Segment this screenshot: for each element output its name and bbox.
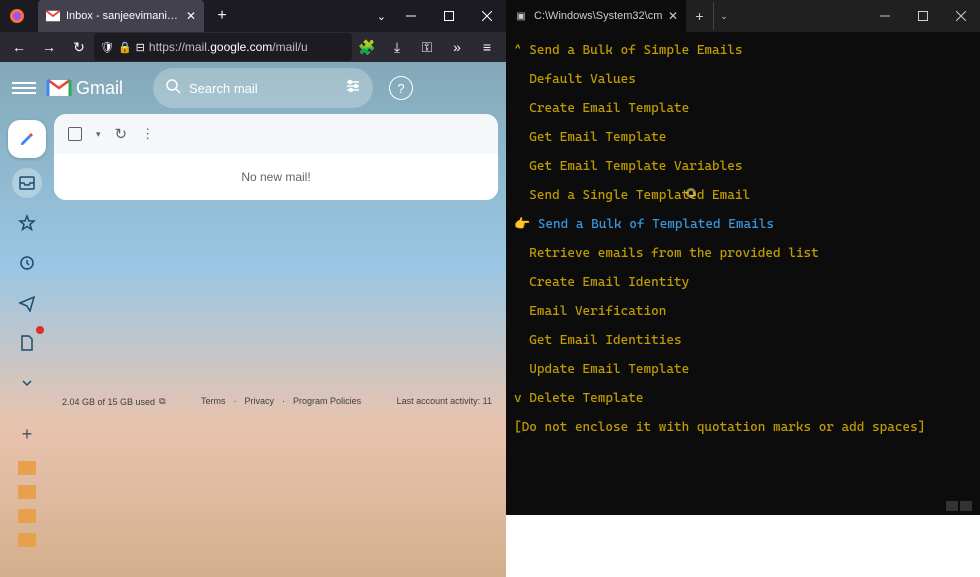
firefox-window: Inbox - sanjeevimani567@gm ✕ + ⌄ ← → ↻ 🛡… — [0, 0, 506, 515]
maximize-button[interactable] — [904, 0, 942, 32]
extensions-button[interactable]: 🧩 — [352, 32, 382, 62]
privacy-link[interactable]: Privacy — [245, 396, 275, 407]
firefox-titlebar: Inbox - sanjeevimani567@gm ✕ + ⌄ — [0, 0, 506, 32]
overflow-button[interactable]: » — [442, 32, 472, 62]
gmail-body: + ▾ ↻ ⋮ No new mail! — [0, 114, 506, 577]
help-button[interactable]: ? — [389, 76, 413, 100]
nav-sent[interactable] — [12, 288, 42, 318]
menu-item[interactable]: Email Verification — [514, 297, 972, 326]
gmail-footer: 2.04 GB of 15 GB used ⧉ Terms· Privacy· … — [56, 396, 498, 407]
compose-button[interactable] — [8, 120, 46, 158]
search-bar[interactable]: Search mail — [153, 68, 373, 108]
lock-icon: 🔒 — [118, 41, 132, 54]
storage-text: 2.04 GB of 15 GB used — [62, 397, 155, 407]
pocket-button[interactable]: ⚿ — [412, 32, 442, 62]
minimize-button[interactable] — [866, 0, 904, 32]
gmail-app: Gmail Search mail ? + — [0, 62, 506, 577]
maximize-button[interactable] — [430, 0, 468, 32]
nav-snoozed[interactable] — [12, 248, 42, 278]
menu-item[interactable]: 👉 Send a Bulk of Templated Emails — [514, 210, 972, 239]
terms-link[interactable]: Terms — [201, 396, 226, 407]
url-bar[interactable]: 🛡 🔒 ⊟ https://mail.google.com/mail/u — [94, 33, 352, 61]
close-tab-icon[interactable]: ✕ — [186, 9, 196, 23]
gmail-sidebar: + — [0, 114, 54, 577]
close-window-button[interactable] — [468, 0, 506, 32]
refresh-button[interactable]: ↻ — [115, 125, 128, 143]
label-list — [18, 461, 36, 577]
folder-icon[interactable] — [18, 485, 36, 499]
open-in-new-icon[interactable]: ⧉ — [159, 396, 165, 407]
new-terminal-tab-button[interactable]: + — [686, 2, 714, 30]
profile-dropdown-icon[interactable]: ⌄ — [714, 11, 734, 22]
folder-icon[interactable] — [18, 461, 36, 475]
tab-overflow-icon[interactable]: ⌄ — [371, 10, 392, 23]
minimize-button[interactable] — [392, 0, 430, 32]
terminal-body[interactable]: ^ Send a Bulk of Simple Emails Default V… — [506, 32, 980, 515]
menu-item[interactable]: Default Values — [514, 65, 972, 94]
search-icon — [165, 78, 181, 99]
activity-text: Last account activity: 11 — [397, 396, 492, 407]
nav-inbox[interactable] — [12, 168, 42, 198]
terminal-tab[interactable]: ▣ C:\Windows\System32\cmd.e ✕ — [506, 0, 686, 32]
gmail-main: ▾ ↻ ⋮ No new mail! — [54, 114, 506, 577]
downloads-button[interactable]: ⤓ — [382, 32, 412, 62]
gmail-header: Gmail Search mail ? — [0, 62, 506, 114]
terminal-tab-title: C:\Windows\System32\cmd.e — [534, 10, 662, 22]
menu-item[interactable]: Retrieve emails from the provided list — [514, 239, 972, 268]
menu-item[interactable]: Update Email Template — [514, 355, 972, 384]
app-menu-button[interactable]: ≡ — [472, 32, 502, 62]
cmd-icon: ▣ — [514, 9, 528, 23]
tab-title: Inbox - sanjeevimani567@gm — [66, 10, 180, 22]
reload-button[interactable]: ↻ — [64, 32, 94, 62]
mouse-cursor-icon — [684, 182, 698, 196]
policies-link[interactable]: Program Policies — [293, 396, 361, 407]
forward-button[interactable]: → — [34, 32, 64, 62]
firefox-icon — [0, 8, 34, 24]
main-menu-button[interactable] — [12, 76, 36, 100]
firefox-toolbar: ← → ↻ 🛡 🔒 ⊟ https://mail.google.com/mail… — [0, 32, 506, 62]
list-toolbar: ▾ ↻ ⋮ — [54, 114, 498, 154]
search-options-icon[interactable] — [345, 78, 361, 99]
hint-text: [Do not enclose it with quotation marks … — [514, 413, 972, 442]
empty-state-text: No new mail! — [54, 154, 498, 200]
search-placeholder: Search mail — [189, 81, 337, 96]
select-all-checkbox[interactable] — [68, 127, 82, 141]
terminal-window: ▣ C:\Windows\System32\cmd.e ✕ + ⌄ ^ Send… — [506, 0, 980, 515]
folder-icon[interactable] — [18, 533, 36, 547]
gmail-logo-icon — [46, 78, 72, 98]
drafts-badge — [36, 326, 44, 334]
message-list: ▾ ↻ ⋮ No new mail! — [54, 114, 498, 200]
terminal-titlebar: ▣ C:\Windows\System32\cmd.e ✕ + ⌄ — [506, 0, 980, 32]
menu-item[interactable]: v Delete Template — [514, 384, 972, 413]
storage-info: 2.04 GB of 15 GB used ⧉ — [62, 396, 166, 407]
more-actions-button[interactable]: ⋮ — [141, 126, 154, 142]
folder-icon[interactable] — [18, 509, 36, 523]
menu-item[interactable]: Create Email Identity — [514, 268, 972, 297]
menu-item[interactable]: Get Email Template — [514, 123, 972, 152]
menu-item[interactable]: Get Email Identities — [514, 326, 972, 355]
close-tab-icon[interactable]: ✕ — [668, 9, 678, 23]
gmail-favicon-icon — [46, 9, 60, 23]
nav-drafts[interactable] — [12, 328, 42, 358]
menu-item[interactable]: ^ Send a Bulk of Simple Emails — [514, 36, 972, 65]
close-window-button[interactable] — [942, 0, 980, 32]
nav-more[interactable] — [12, 368, 42, 398]
url-text: https://mail.google.com/mail/u — [149, 40, 346, 54]
gmail-logo-text: Gmail — [76, 78, 123, 99]
status-icons — [946, 501, 972, 511]
gmail-logo: Gmail — [46, 78, 123, 99]
permissions-icon: ⊟ — [136, 41, 145, 54]
back-button[interactable]: ← — [4, 32, 34, 62]
new-tab-button[interactable]: + — [208, 2, 236, 30]
menu-item[interactable]: Get Email Template Variables — [514, 152, 972, 181]
shield-icon: 🛡 — [100, 41, 114, 54]
nav-starred[interactable] — [12, 208, 42, 238]
browser-tab[interactable]: Inbox - sanjeevimani567@gm ✕ — [38, 0, 204, 32]
select-dropdown-icon[interactable]: ▾ — [96, 129, 101, 140]
menu-item[interactable]: Create Email Template — [514, 94, 972, 123]
add-label-button[interactable]: + — [16, 418, 39, 451]
menu-item[interactable]: Send a Single Templated Email — [514, 181, 972, 210]
